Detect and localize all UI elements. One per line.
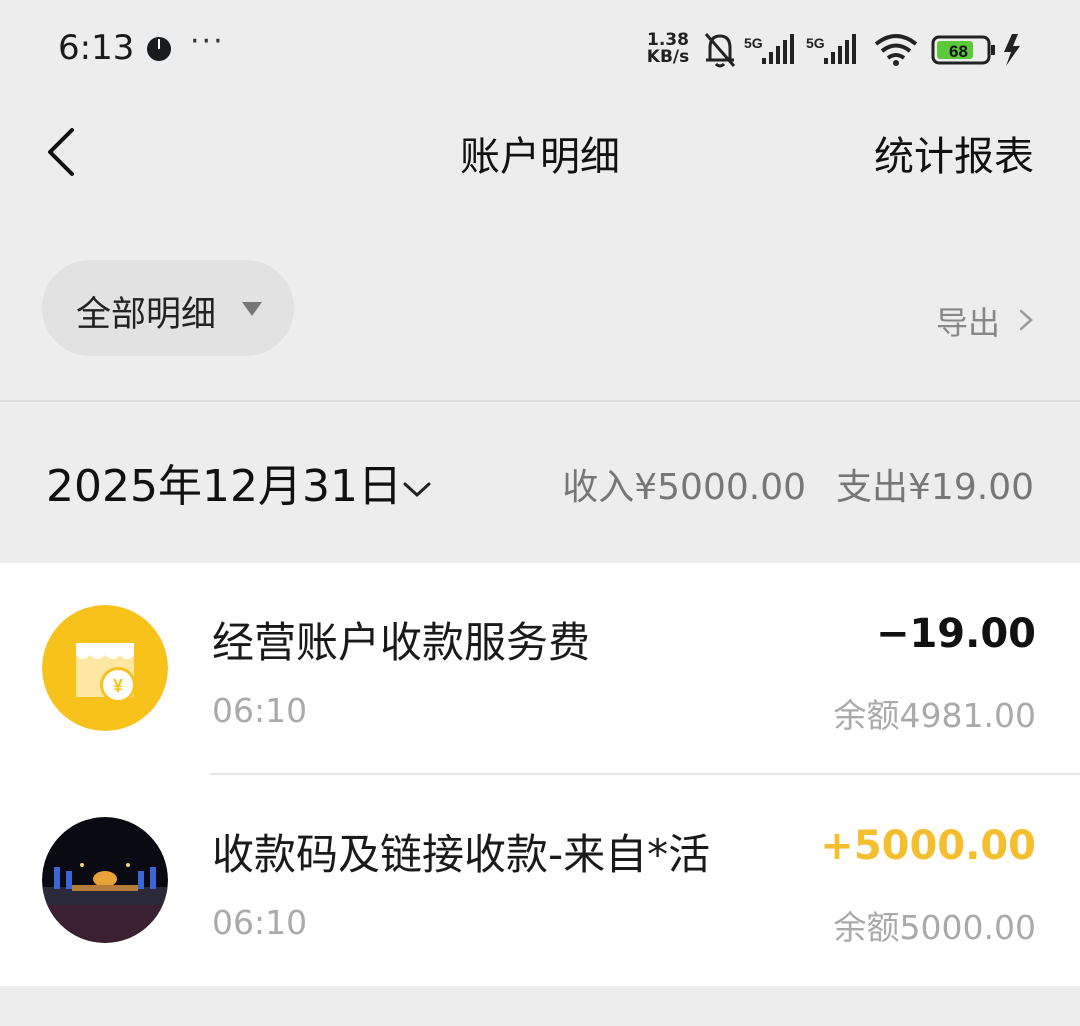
export-label: 导出 bbox=[936, 304, 1001, 342]
transaction-row[interactable]: ¥ 经营账户收款服务费 06:10 −19.00 余额4981.00 bbox=[0, 563, 1080, 775]
transaction-title: 收款码及链接收款-来自*活 bbox=[212, 830, 711, 879]
transaction-list: ¥ 经营账户收款服务费 06:10 −19.00 余额4981.00 收款码及链… bbox=[0, 563, 1080, 986]
transaction-balance: 余额5000.00 bbox=[833, 908, 1036, 947]
more-notifications-icon: ··· bbox=[190, 24, 225, 59]
transaction-row[interactable]: 收款码及链接收款-来自*活 06:10 +5000.00 余额5000.00 bbox=[0, 775, 1080, 987]
network-speed: 1.38 KB/s bbox=[644, 32, 692, 66]
nav-bar: 账户明细 统计报表 bbox=[0, 100, 1080, 210]
wifi-icon bbox=[874, 34, 918, 66]
dial-app-icon bbox=[145, 35, 173, 63]
date-group-header: 2025年12月31日 收入¥5000.00 支出¥19.00 bbox=[0, 440, 1080, 520]
transaction-time: 06:10 bbox=[212, 903, 308, 942]
income-total: 收入¥5000.00 bbox=[562, 467, 807, 508]
signal-sim1-icon: 5G bbox=[744, 34, 794, 64]
date-label: 2025年12月31日 bbox=[46, 461, 402, 512]
transaction-time: 06:10 bbox=[212, 691, 308, 730]
transaction-title: 经营账户收款服务费 bbox=[212, 618, 591, 667]
caret-down-icon bbox=[242, 302, 262, 316]
network-speed-unit: KB/s bbox=[646, 47, 690, 67]
charging-icon bbox=[1004, 34, 1020, 66]
sim2-network-type: 5G bbox=[806, 35, 825, 51]
export-link[interactable]: 导出 bbox=[936, 298, 1040, 344]
chevron-down-icon bbox=[403, 482, 431, 498]
daily-summary: 收入¥5000.00 支出¥19.00 bbox=[562, 458, 1034, 510]
bell-muted-icon bbox=[704, 33, 736, 68]
user-avatar-photo bbox=[42, 817, 168, 943]
detail-filter-dropdown[interactable]: 全部明细 bbox=[42, 260, 294, 356]
shop-yuan-icon: ¥ bbox=[42, 605, 168, 731]
battery-icon: 68 bbox=[931, 35, 995, 65]
signal-sim2-icon: 5G bbox=[806, 34, 856, 64]
svg-text:¥: ¥ bbox=[113, 676, 123, 696]
transaction-amount: +5000.00 bbox=[820, 823, 1036, 869]
expense-total: 支出¥19.00 bbox=[836, 467, 1034, 508]
battery-level: 68 bbox=[949, 42, 968, 61]
filter-selected-label: 全部明细 bbox=[76, 295, 217, 335]
status-bar: 6:13 ··· 1.38 KB/s 5G 5G 68 bbox=[0, 0, 1080, 100]
sim1-network-type: 5G bbox=[744, 35, 763, 51]
status-clock: 6:13 bbox=[58, 28, 135, 68]
section-divider bbox=[0, 400, 1080, 402]
transaction-balance: 余额4981.00 bbox=[833, 696, 1036, 735]
chevron-right-icon bbox=[1019, 309, 1033, 331]
status-icons: 5G 5G 68 bbox=[704, 33, 1020, 68]
transaction-amount: −19.00 bbox=[875, 611, 1036, 657]
statistics-report-link[interactable]: 统计报表 bbox=[874, 124, 1034, 182]
